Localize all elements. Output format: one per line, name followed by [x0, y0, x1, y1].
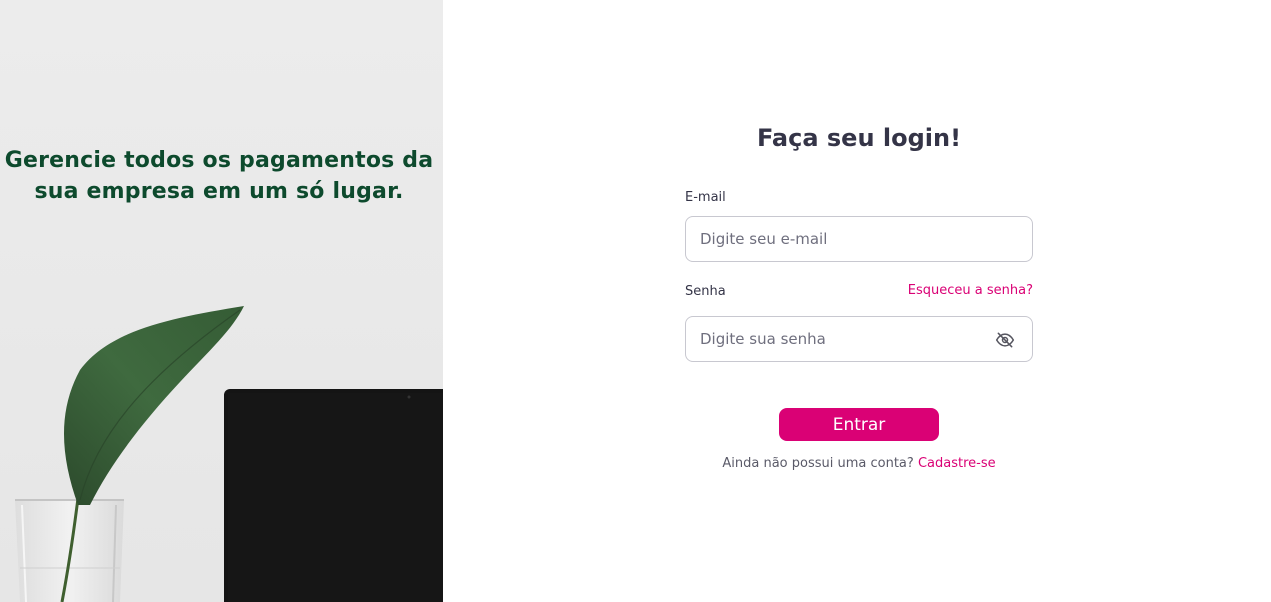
hero-panel: Gerencie todos os pagamentos da sua empr…: [0, 0, 443, 602]
email-label: E-mail: [685, 190, 726, 205]
hero-tagline: Gerencie todos os pagamentos da sua empr…: [4, 148, 434, 204]
login-submit-button[interactable]: Entrar: [779, 408, 939, 441]
login-title: Faça seu login!: [756, 124, 962, 152]
forgot-password-link[interactable]: Esqueceu a senha?: [908, 283, 1033, 298]
signup-link[interactable]: Cadastre-se: [918, 456, 996, 471]
signup-prompt-text: Ainda não possui uma conta?: [722, 456, 914, 471]
password-field[interactable]: [686, 317, 1032, 361]
email-field-wrapper: [685, 216, 1033, 262]
password-label: Senha: [685, 284, 726, 299]
signup-prompt-row: Ainda não possui uma conta? Cadastre-se: [685, 456, 1033, 471]
leaf-laptop-photo: [15, 306, 443, 602]
email-field[interactable]: [686, 217, 1032, 261]
password-field-wrapper: [685, 316, 1033, 362]
eye-off-icon[interactable]: [995, 330, 1015, 350]
